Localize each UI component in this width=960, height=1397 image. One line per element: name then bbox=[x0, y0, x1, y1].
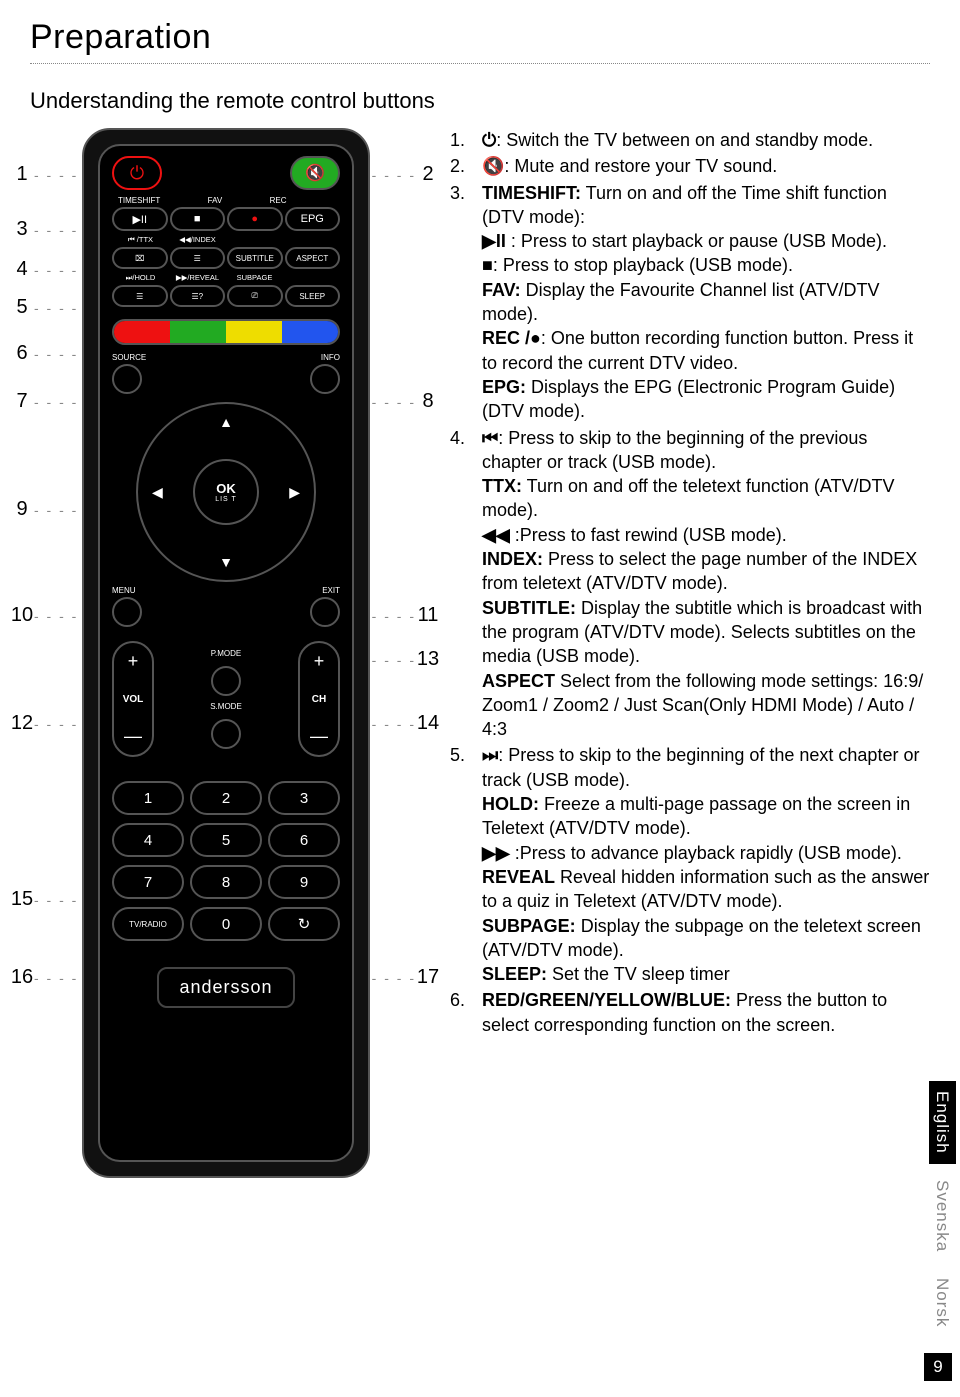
tvradio-button[interactable]: TV/RADIO bbox=[112, 907, 184, 941]
timeshift-label: TIMESHIFT bbox=[118, 196, 160, 205]
pmode-label: P.MODE bbox=[211, 649, 242, 658]
remote-outline: ⏻ 🔇 TIMESHIFT FAV REC ▶II ■ ● EPG ⏮ /TTX bbox=[82, 128, 370, 1178]
hold-button[interactable]: ☰ bbox=[112, 285, 168, 307]
num-8-button[interactable]: 8 bbox=[190, 865, 262, 899]
num-5-button[interactable]: 5 bbox=[190, 823, 262, 857]
lang-svenska: Svenska bbox=[929, 1170, 956, 1262]
down-arrow-icon[interactable]: ▼ bbox=[219, 554, 233, 570]
page-subtitle: Understanding the remote control buttons bbox=[0, 82, 960, 128]
red-button[interactable] bbox=[114, 321, 170, 343]
callout-10: 10- - - - bbox=[10, 604, 78, 627]
num-3-button[interactable]: 3 bbox=[268, 781, 340, 815]
num-4-button[interactable]: 4 bbox=[112, 823, 184, 857]
callout-4: 4- - - - bbox=[10, 258, 78, 281]
record-button[interactable]: ● bbox=[227, 207, 283, 231]
callout-2: - - - -2 bbox=[372, 163, 440, 186]
exit-button[interactable] bbox=[310, 597, 340, 627]
subtitle-button[interactable]: SUBTITLE bbox=[227, 247, 283, 269]
reveal-button[interactable]: ☰? bbox=[170, 285, 226, 307]
loop-button[interactable]: ↻ bbox=[268, 907, 340, 941]
callout-9: 9- - - - bbox=[10, 498, 78, 521]
page-title: Preparation bbox=[0, 0, 960, 63]
callout-17: - - - -17 bbox=[372, 966, 440, 989]
power-button[interactable]: ⏻ bbox=[112, 156, 162, 190]
aspect-button[interactable]: ASPECT bbox=[285, 247, 341, 269]
callout-14: - - - -14 bbox=[372, 712, 440, 735]
callout-11: - - - -11 bbox=[372, 604, 440, 627]
title-rule bbox=[30, 63, 930, 64]
yellow-button[interactable] bbox=[226, 321, 282, 343]
ttx-icon2-button[interactable]: ☰ bbox=[170, 247, 226, 269]
num-6-button[interactable]: 6 bbox=[268, 823, 340, 857]
menu-label: MENU bbox=[112, 586, 142, 595]
color-buttons[interactable] bbox=[112, 319, 340, 345]
blue-button[interactable] bbox=[282, 321, 338, 343]
green-button[interactable] bbox=[170, 321, 226, 343]
language-tab: English Svenska Norsk bbox=[932, 1081, 952, 1337]
exit-label: EXIT bbox=[310, 586, 340, 595]
ok-button[interactable]: OKLIS T bbox=[193, 459, 259, 525]
lang-norsk: Norsk bbox=[929, 1268, 956, 1337]
remote-diagram: 1- - - -3- - - -4- - - -5- - - -6- - - -… bbox=[10, 128, 440, 1208]
descriptions: 1.⏻: Switch the TV between on and standb… bbox=[440, 128, 930, 1208]
smode-label: S.MODE bbox=[210, 702, 242, 711]
channel-rocker[interactable]: + CH — bbox=[298, 641, 340, 757]
stop-button[interactable]: ■ bbox=[170, 207, 226, 231]
callout-7: 7- - - - bbox=[10, 390, 78, 413]
info-button[interactable] bbox=[310, 364, 340, 394]
num-2-button[interactable]: 2 bbox=[190, 781, 262, 815]
up-arrow-icon[interactable]: ▲ bbox=[219, 414, 233, 430]
fav-label: FAV bbox=[208, 196, 223, 205]
callout-3: 3- - - - bbox=[10, 218, 78, 241]
number-pad: 1 2 3 4 5 6 7 8 9 TV/RADIO bbox=[112, 781, 340, 941]
num-1-button[interactable]: 1 bbox=[112, 781, 184, 815]
callout-16: 16- - - - bbox=[10, 966, 78, 989]
volume-rocker[interactable]: + VOL — bbox=[112, 641, 154, 757]
pmode-button[interactable] bbox=[211, 666, 241, 696]
callout-12: 12- - - - bbox=[10, 712, 78, 735]
playpause-button[interactable]: ▶II bbox=[112, 207, 168, 231]
epg-button[interactable]: EPG bbox=[285, 207, 341, 231]
num-9-button[interactable]: 9 bbox=[268, 865, 340, 899]
callout-8: - - - -8 bbox=[372, 390, 440, 413]
page-number: 9 bbox=[924, 1353, 952, 1381]
source-button[interactable] bbox=[112, 364, 142, 394]
smode-button[interactable] bbox=[211, 719, 241, 749]
callout-13: - - - -13 bbox=[372, 648, 440, 671]
ttx-icon1-button[interactable]: ⌧ bbox=[112, 247, 168, 269]
callout-6: 6- - - - bbox=[10, 342, 78, 365]
rec-label: REC bbox=[270, 196, 287, 205]
info-label: INFO bbox=[310, 353, 340, 362]
subpage-button[interactable]: ⎚ bbox=[227, 285, 283, 307]
lang-english: English bbox=[929, 1081, 956, 1164]
num-7-button[interactable]: 7 bbox=[112, 865, 184, 899]
callout-1: 1- - - - bbox=[10, 163, 78, 186]
menu-button[interactable] bbox=[112, 597, 142, 627]
source-label: SOURCE bbox=[112, 353, 146, 362]
right-arrow-icon[interactable]: ▶ bbox=[289, 484, 300, 501]
num-0-button[interactable]: 0 bbox=[190, 907, 262, 941]
mute-button[interactable]: 🔇 bbox=[290, 156, 340, 190]
left-arrow-icon[interactable]: ◀ bbox=[152, 484, 163, 501]
dpad[interactable]: ▲ ▼ ◀ ▶ OKLIS T bbox=[136, 402, 316, 582]
brand-logo: andersson bbox=[112, 967, 340, 1008]
callout-5: 5- - - - bbox=[10, 296, 78, 319]
callout-15: 15- - - - bbox=[10, 888, 78, 911]
sleep-button[interactable]: SLEEP bbox=[285, 285, 341, 307]
